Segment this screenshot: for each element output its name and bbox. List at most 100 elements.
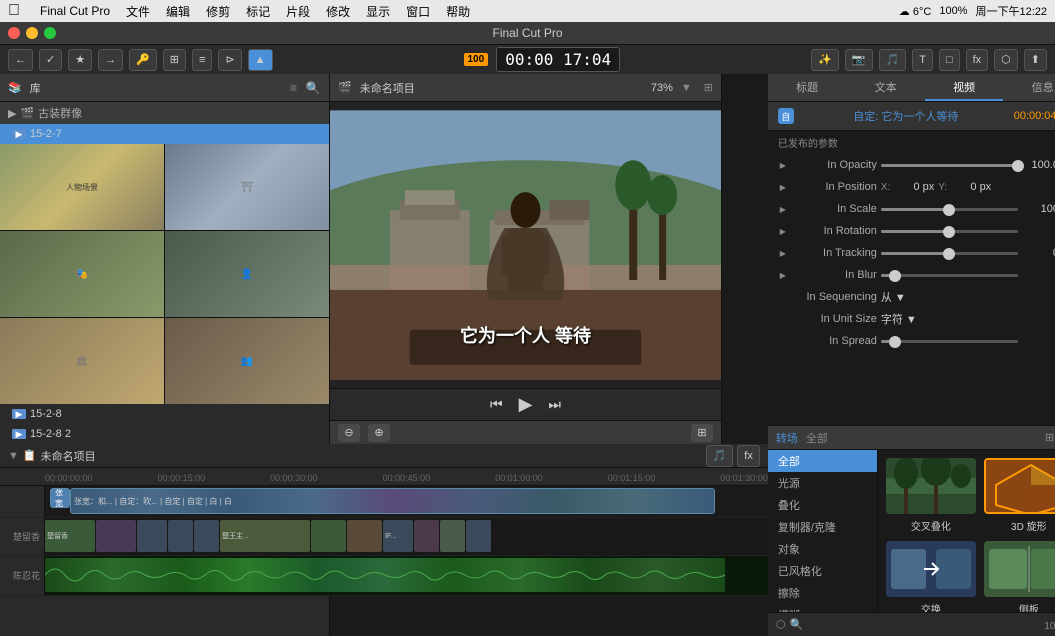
position-arrow[interactable]: ▶: [778, 182, 788, 192]
menu-help[interactable]: 帮助: [446, 3, 470, 20]
clip-2-6[interactable]: 楚王主...: [220, 520, 310, 552]
track-content-audio[interactable]: [45, 556, 768, 595]
filter-object[interactable]: 对象: [768, 538, 877, 560]
goto-end-button[interactable]: ⏭: [548, 396, 561, 413]
library-item-15-2-7-1[interactable]: ▶ 15-2-8: [0, 404, 329, 424]
tool-title[interactable]: T: [912, 49, 933, 71]
menu-mark[interactable]: 标记: [246, 3, 270, 20]
trans-footer-icon1[interactable]: ⬡: [776, 618, 786, 631]
tool-star[interactable]: ★: [68, 49, 92, 71]
tool-key[interactable]: 🔑: [129, 49, 157, 71]
menu-app-name[interactable]: Final Cut Pro: [40, 4, 110, 18]
menu-file[interactable]: 文件: [126, 3, 150, 20]
close-button[interactable]: [8, 27, 20, 39]
preview-zoom[interactable]: 73%: [651, 82, 673, 94]
tab-transitions[interactable]: 转场: [776, 430, 798, 446]
menu-view[interactable]: 显示: [366, 3, 390, 20]
tool-trans[interactable]: ⬡: [994, 49, 1018, 71]
blur-slider[interactable]: [881, 274, 1018, 277]
unitsize-value[interactable]: 字符 ▼: [881, 311, 917, 327]
thumb-3[interactable]: 🎭: [0, 231, 164, 317]
menu-trim[interactable]: 修剪: [206, 3, 230, 20]
clip-2-1[interactable]: 楚留香: [45, 520, 95, 552]
filter-stylized[interactable]: 已风格化: [768, 560, 877, 582]
tool-grid[interactable]: ⊞: [163, 49, 186, 71]
blur-thumb[interactable]: [889, 270, 901, 282]
goto-start-button[interactable]: ⏮: [490, 396, 503, 413]
tracking-arrow[interactable]: ▶: [778, 248, 788, 258]
menu-modify[interactable]: 修改: [326, 3, 350, 20]
tab-info[interactable]: 信息: [1003, 75, 1055, 101]
clip-2-12[interactable]: [466, 520, 491, 552]
tab-all[interactable]: 全部: [806, 430, 828, 446]
library-sort[interactable]: ≡: [290, 81, 297, 95]
tool-share[interactable]: ⬆: [1024, 49, 1047, 71]
clip-track-main[interactable]: 张宽：和... | 自定：吹... | 自定 | 自定 | 白 | 白: [70, 488, 715, 514]
track-content-2[interactable]: 楚留香 楚王主... IF...: [45, 518, 768, 555]
thumb-4[interactable]: 👤: [165, 231, 329, 317]
trans-3dshape[interactable]: 3D 旋形: [984, 458, 1055, 533]
thumb-5[interactable]: 🏛: [0, 318, 164, 404]
clip-2-10[interactable]: [414, 520, 439, 552]
timeline-expand[interactable]: ▼: [8, 450, 19, 462]
scale-arrow[interactable]: ▶: [778, 204, 788, 214]
trans-grid-view[interactable]: ⊞: [1045, 431, 1054, 444]
clip-2-8[interactable]: [347, 520, 382, 552]
filter-wipe[interactable]: 擦除: [768, 582, 877, 604]
thumb-2[interactable]: ⛩: [165, 144, 329, 230]
clip-2-4[interactable]: [168, 520, 193, 552]
maximize-button[interactable]: [44, 27, 56, 39]
opacity-arrow[interactable]: ▶: [778, 160, 788, 170]
filter-all[interactable]: 全部: [768, 450, 877, 472]
trans-footer-search[interactable]: 🔍: [789, 618, 803, 631]
spread-thumb[interactable]: [889, 336, 901, 348]
tool-next[interactable]: →: [98, 49, 123, 71]
tool-check[interactable]: ✓: [39, 49, 62, 71]
play-button[interactable]: ▶: [519, 394, 533, 415]
tool-expand[interactable]: ⊳: [218, 49, 241, 71]
cursor-tool[interactable]: ▲: [248, 49, 273, 71]
trans-side[interactable]: 侧板: [984, 541, 1055, 612]
tool-audio[interactable]: 🎵: [879, 49, 907, 71]
tracking-slider[interactable]: [881, 252, 1018, 255]
tab-video[interactable]: 视频: [925, 75, 1004, 101]
tool-cam[interactable]: 📷: [845, 49, 873, 71]
track-content-video[interactable]: 张宽 张宽：和... | 自定：吹... | 自定 | 自定 | 白 | 白: [45, 486, 768, 517]
clip-2-3[interactable]: [137, 520, 167, 552]
trans-swap[interactable]: 交换: [886, 541, 976, 612]
library-item-15-2-8-2[interactable]: ▶ 15-2-8 2: [0, 424, 329, 444]
filter-replicator[interactable]: 复制器/克隆: [768, 516, 877, 538]
tab-title[interactable]: 标题: [768, 75, 847, 101]
tab-text[interactable]: 文本: [846, 75, 925, 101]
trans-crossdissolve[interactable]: 交叉叠化: [886, 458, 976, 533]
filter-dissolve[interactable]: 叠化: [768, 494, 877, 516]
rotation-thumb[interactable]: [943, 226, 955, 238]
preview-zoom-arrow[interactable]: ▼: [681, 82, 692, 94]
thumb-6[interactable]: 👥: [165, 318, 329, 404]
library-item-15-2-7[interactable]: ▶ 15-2-7: [0, 124, 329, 144]
scale-slider[interactable]: [881, 208, 1018, 211]
rotation-slider[interactable]: [881, 230, 1018, 233]
rotation-arrow[interactable]: ▶: [778, 226, 788, 236]
clip-2-9[interactable]: IF...: [383, 520, 413, 552]
tool-fx[interactable]: fx: [966, 49, 989, 71]
preview-fit[interactable]: ⊞: [704, 81, 713, 94]
zoom-in-button[interactable]: ⊕: [368, 424, 390, 442]
opacity-slider[interactable]: [881, 164, 1018, 167]
scale-thumb[interactable]: [943, 204, 955, 216]
clip-2-2[interactable]: [96, 520, 136, 552]
spread-slider[interactable]: [881, 340, 1018, 343]
clip-1[interactable]: 张宽: [50, 488, 70, 508]
clip-2-11[interactable]: [440, 520, 465, 552]
clip-2-5[interactable]: [194, 520, 219, 552]
tool-prev[interactable]: ←: [8, 49, 33, 71]
menu-window[interactable]: 窗口: [406, 3, 430, 20]
timeline-audio[interactable]: 🎵: [706, 445, 734, 467]
tracking-thumb[interactable]: [943, 248, 955, 260]
filter-blur[interactable]: 模糊: [768, 604, 877, 612]
library-search-icon[interactable]: 🔍: [305, 80, 321, 96]
clip-2-7[interactable]: [311, 520, 346, 552]
tool-magic[interactable]: ✨: [811, 49, 839, 71]
thumb-1[interactable]: 人物场景: [0, 144, 164, 230]
blur-arrow[interactable]: ▶: [778, 270, 788, 280]
